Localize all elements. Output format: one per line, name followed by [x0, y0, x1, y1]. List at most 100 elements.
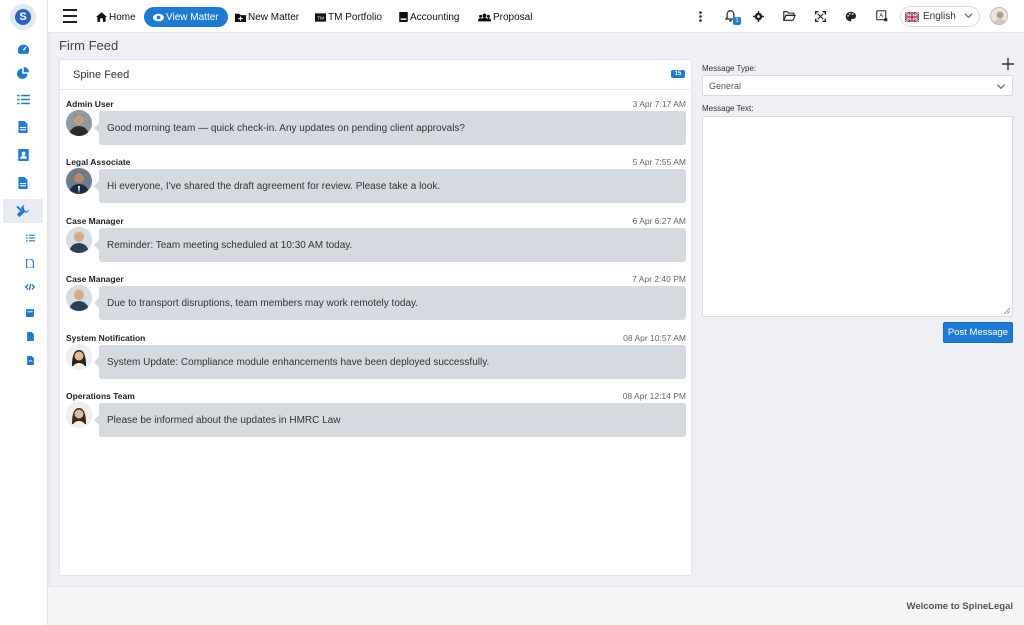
message-bubble: Good morning team — quick check-in. Any … [94, 111, 686, 145]
nav-home[interactable]: Home [96, 7, 136, 27]
message-author: Case Manager [66, 274, 124, 284]
nav-home-label: Home [109, 11, 136, 23]
message-text: Due to transport disruptions, team membe… [107, 297, 419, 309]
file-icon[interactable] [3, 172, 43, 194]
sub-list-icon[interactable] [18, 229, 42, 247]
message-time: 5 Apr 7:55 AM [632, 157, 686, 167]
message-avatar [66, 402, 92, 428]
app-logo[interactable]: S [10, 4, 36, 30]
message-time: 08 Apr 12:14 PM [622, 391, 686, 401]
translate-icon[interactable]: A [874, 8, 890, 24]
dashboard-icon[interactable] [3, 38, 43, 60]
message-text: System Update: Compliance module enhance… [107, 356, 490, 368]
message-time: 3 Apr 7:17 AM [632, 99, 686, 109]
list-icon[interactable] [3, 88, 43, 110]
message-time: 6 Apr 6:27 AM [632, 216, 686, 226]
nav-proposal[interactable]: Proposal [478, 7, 532, 27]
nav-proposal-label: Proposal [493, 11, 533, 23]
message-author: System Notification [66, 333, 146, 343]
users-icon [478, 13, 491, 21]
message-text: Please be informed about the updates in … [107, 414, 341, 426]
message-bubble: Please be informed about the updates in … [94, 403, 686, 437]
svg-text:TM: TM [317, 15, 324, 21]
nav-view-matter[interactable]: View Matter [144, 7, 228, 27]
message-author: Case Manager [66, 216, 124, 226]
language-selector[interactable]: English [900, 6, 980, 27]
nav-new-matter[interactable]: New Matter [235, 7, 299, 27]
pie-chart-icon[interactable] [3, 62, 43, 84]
feed-message: Admin User 3 Apr 7:17 AM Good morning te… [66, 99, 686, 157]
logo-mark: S [15, 9, 31, 25]
feed-message: System Notification 08 Apr 10:57 AM Syst… [66, 333, 686, 391]
folder-open-icon[interactable] [781, 8, 797, 24]
message-author: Legal Associate [66, 157, 131, 167]
home-icon [96, 12, 107, 22]
message-type-select[interactable]: General [702, 75, 1013, 96]
settings-gear-icon[interactable] [750, 8, 766, 24]
more-vertical-icon[interactable] [692, 8, 708, 24]
sub-file-icon[interactable] [18, 254, 42, 272]
nav-tm-portfolio-label: TM Portfolio [328, 11, 382, 23]
message-text-input[interactable] [702, 116, 1013, 317]
fullscreen-icon[interactable] [812, 8, 828, 24]
top-navbar: Home View Matter New Matter TM TM Portfo… [48, 0, 1024, 33]
sidebar: S [0, 0, 48, 625]
feed-message: Legal Associate 5 Apr 7:55 AM Hi everyon… [66, 157, 686, 215]
code-icon[interactable] [18, 278, 42, 296]
palette-icon[interactable] [842, 8, 858, 24]
message-text: Hi everyone, I've shared the draft agree… [107, 180, 441, 192]
notification-count-badge: 1 [733, 17, 741, 25]
feed-panel: Spine Feed 15 Admin User 3 Apr 7:17 AM G… [59, 59, 692, 576]
feed-message: Operations Team 08 Apr 12:14 PM Please b… [66, 391, 686, 449]
feed-message: Case Manager 6 Apr 6:27 AM Reminder: Tea… [66, 216, 686, 274]
nav-new-matter-label: New Matter [248, 11, 300, 23]
add-icon[interactable] [1002, 58, 1014, 70]
document-icon[interactable] [3, 116, 43, 138]
trademark-icon: TM [315, 12, 326, 22]
message-bubble: Hi everyone, I've shared the draft agree… [94, 169, 686, 203]
message-bubble: System Update: Compliance module enhance… [94, 345, 686, 379]
message-time: 08 Apr 10:57 AM [623, 333, 686, 343]
menu-toggle-icon[interactable] [63, 9, 77, 23]
uk-flag-icon [905, 11, 919, 22]
footer: Welcome to SpineLegal [48, 586, 1024, 625]
feed-header: Spine Feed 15 [60, 60, 691, 90]
sub-report-icon[interactable] [18, 351, 42, 369]
message-author: Operations Team [66, 391, 135, 401]
message-avatar [66, 285, 92, 311]
message-type-label: Message Type: [702, 64, 757, 73]
message-time: 7 Apr 2:40 PM [632, 274, 686, 284]
nav-accounting-label: Accounting [410, 11, 460, 23]
message-text: Reminder: Team meeting scheduled at 10:3… [107, 239, 353, 251]
feed-message: Case Manager 7 Apr 2:40 PM Due to transp… [66, 274, 686, 332]
notification-bell-icon[interactable]: 1 [722, 8, 741, 25]
nav-tm-portfolio[interactable]: TM TM Portfolio [315, 7, 382, 27]
feed-count-badge: 15 [671, 70, 685, 78]
post-message-button[interactable]: Post Message [943, 322, 1013, 343]
contact-card-icon[interactable] [3, 144, 43, 166]
message-avatar [66, 110, 92, 136]
nav-accounting[interactable]: Accounting [399, 7, 459, 27]
chevron-down-icon [964, 13, 973, 19]
ledger-icon [399, 12, 408, 22]
chevron-down-icon [996, 84, 1006, 90]
footer-welcome-text: Welcome to SpineLegal [906, 601, 1013, 612]
message-avatar [66, 227, 92, 253]
calendar-icon[interactable] [18, 303, 42, 321]
message-avatar [66, 168, 92, 194]
message-type-value: General [709, 80, 742, 91]
sub-document-icon[interactable] [18, 327, 42, 345]
eye-icon [153, 13, 164, 21]
message-avatar [66, 344, 92, 370]
message-author: Admin User [66, 99, 114, 109]
svg-text:A: A [879, 14, 883, 20]
message-bubble: Due to transport disruptions, team membe… [94, 286, 686, 320]
message-text: Good morning team — quick check-in. Any … [107, 122, 465, 134]
tools-icon[interactable] [3, 199, 43, 223]
user-avatar[interactable] [990, 7, 1008, 25]
message-text-label: Message Text: [702, 104, 754, 113]
language-label: English [923, 11, 956, 22]
message-bubble: Reminder: Team meeting scheduled at 10:3… [94, 228, 686, 262]
resize-handle-icon[interactable] [1004, 308, 1010, 314]
page-title: Firm Feed [59, 38, 119, 53]
